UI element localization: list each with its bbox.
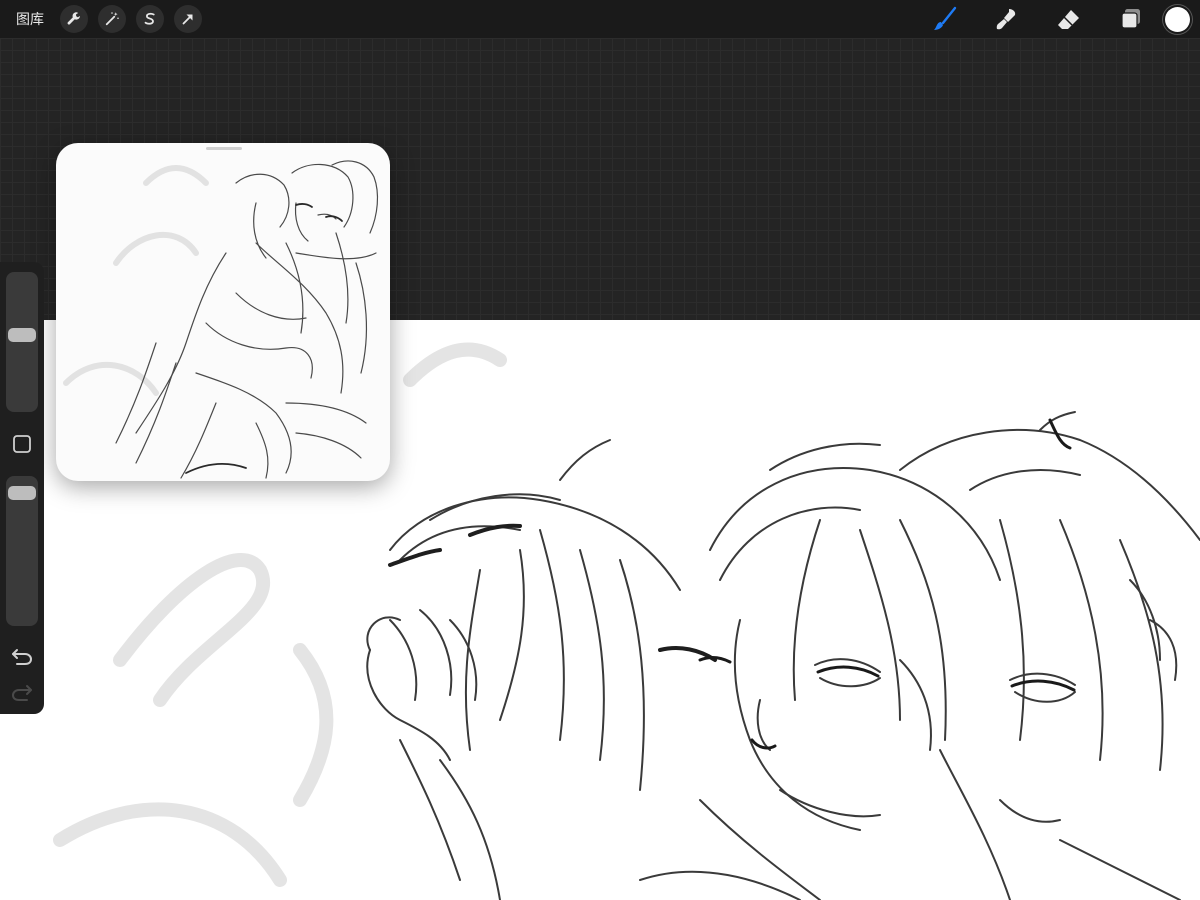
redo-button[interactable] (11, 682, 33, 706)
smudge-tool-button[interactable] (992, 4, 1022, 34)
brush-size-knob[interactable] (8, 328, 36, 342)
modify-button[interactable] (12, 434, 32, 458)
layers-tool-button[interactable] (1116, 4, 1146, 34)
top-toolbar: 图库 (0, 0, 1200, 38)
opacity-slider[interactable] (6, 476, 38, 626)
wrench-icon (67, 12, 80, 25)
reference-window[interactable] (56, 143, 390, 481)
gallery-button[interactable]: 图库 (16, 9, 44, 29)
redo-arrow-icon (11, 685, 32, 701)
eraser-icon (1058, 10, 1079, 29)
adjustments-button[interactable] (98, 5, 126, 33)
erase-tool-button[interactable] (1054, 4, 1084, 34)
reference-image (63, 160, 379, 479)
magic-wand-icon (105, 12, 119, 26)
color-swatch[interactable] (1165, 6, 1190, 32)
side-bar (0, 262, 44, 714)
square-modify-icon (13, 435, 31, 453)
transform-button[interactable] (174, 5, 202, 33)
undo-button[interactable] (11, 646, 33, 670)
actions-button[interactable] (60, 5, 88, 33)
undo-arrow-icon (12, 649, 33, 665)
smudge-icon (996, 9, 1016, 30)
selection-s-icon (144, 12, 155, 25)
opacity-knob[interactable] (8, 486, 36, 500)
transform-arrow-icon (182, 14, 193, 25)
brush-size-slider[interactable] (6, 272, 38, 412)
layers-icon (1121, 9, 1140, 29)
selection-button[interactable] (136, 5, 164, 33)
reference-drag-handle[interactable] (206, 147, 242, 150)
right-tool-group (930, 0, 1200, 38)
paint-tool-button[interactable] (930, 4, 960, 34)
brush-icon (934, 6, 957, 30)
